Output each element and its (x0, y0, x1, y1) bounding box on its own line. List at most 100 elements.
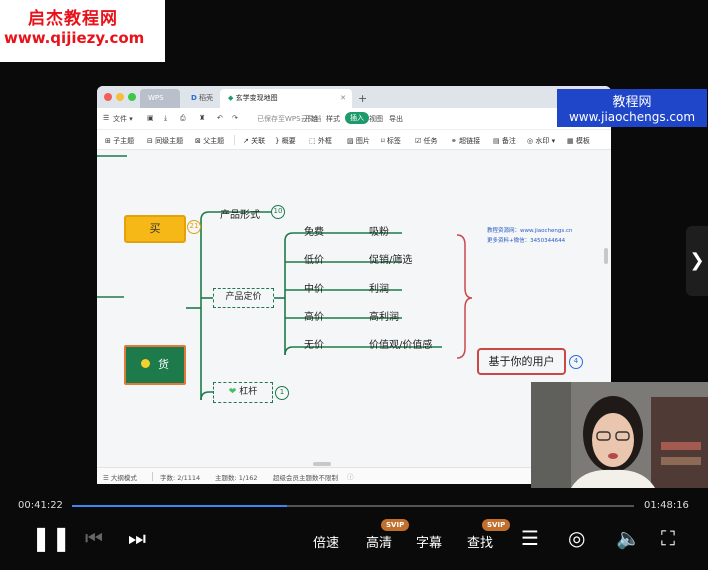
volume-icon[interactable]: 🔈 (616, 526, 641, 550)
node-leverage[interactable]: ❤ 杠杆 (213, 382, 273, 403)
product-form-badge[interactable]: 10 (271, 205, 285, 219)
image-button[interactable]: ▨ 图片 (347, 136, 370, 146)
price-effect-attract[interactable]: 吸粉 (369, 223, 389, 238)
parent-topic-icon: ⊠ (195, 137, 201, 145)
divider (234, 135, 235, 145)
main-toolbar: ☰ 文件 ▾ ▣ ⤓ ⎙ ♜ ↶ ↷ 已保存至WPS云文档 开始 样式 插入 视… (97, 108, 611, 130)
playlist-icon[interactable]: ☰ (521, 526, 539, 550)
next-page-arrow[interactable]: ❯ (686, 226, 708, 296)
export-tab[interactable]: 导出 (389, 114, 403, 124)
svip-badge-quality: SVIP (381, 519, 410, 531)
price-tier-high[interactable]: 高价 (304, 308, 324, 323)
file-menu[interactable]: 文件 ▾ (113, 114, 133, 124)
speed-button[interactable]: 倍速 (313, 532, 339, 551)
summary-icon: } (275, 137, 280, 145)
outline-mode-label: 大纲模式 (110, 474, 137, 482)
presenter-image (531, 382, 708, 488)
hyperlink-button[interactable]: ⚭ 超链接 (451, 136, 480, 146)
close-tab-icon[interactable]: ✕ (340, 89, 346, 108)
next-icon[interactable]: ⏭ (128, 526, 146, 550)
download-icon[interactable]: ⤓ (164, 114, 167, 123)
previous-icon[interactable]: ⏮ (85, 526, 103, 550)
print-icon[interactable]: ⎙ (180, 114, 186, 123)
node-label: 产品定价 (225, 292, 262, 302)
menu-icon[interactable]: ☰ (103, 114, 109, 122)
watermark-title: 启杰教程网 (28, 9, 118, 29)
boundary-button[interactable]: ⬚ 外框 (309, 136, 332, 146)
node-label: 货 (158, 358, 169, 371)
insert-tab[interactable]: 插入 (345, 112, 369, 124)
horizontal-scrollbar[interactable] (313, 462, 331, 466)
tab-wps[interactable]: WPS (140, 89, 180, 108)
node-root-goods[interactable]: 货 (124, 345, 186, 385)
tab-mindmap-doc[interactable]: ◆ 玄学变现地图 ✕ (220, 89, 352, 108)
image-icon: ▨ (347, 137, 354, 145)
maximize-window-icon[interactable] (128, 93, 136, 101)
button-label: 外框 (317, 137, 332, 145)
help-icon[interactable]: ⓘ (347, 471, 354, 481)
template-button[interactable]: ▦ 模板 (567, 136, 590, 146)
close-window-icon[interactable] (104, 93, 112, 101)
word-count: 字数: 2/1114 (160, 474, 201, 482)
parent-topic-button[interactable]: ⊠ 父主题 (195, 136, 224, 146)
settings-icon[interactable]: ◎ (568, 526, 585, 550)
start-tab[interactable]: 开始 (304, 114, 318, 124)
outline-mode-button[interactable]: ☰ 大纲模式 (103, 472, 137, 482)
price-effect-high-profit[interactable]: 高利润 (369, 308, 399, 323)
price-effect-promote[interactable]: 促销/筛选 (369, 251, 412, 266)
progress-bar[interactable] (72, 505, 634, 507)
summary-button[interactable]: } 概要 (275, 136, 296, 146)
button-label: 标签 (386, 137, 401, 145)
mindmap-doc-icon: ◆ (228, 94, 234, 102)
price-tier-priceless[interactable]: 无价 (304, 336, 324, 351)
progress-fill (72, 505, 287, 507)
screen: 启杰教程网 www.qijiezy.com WPS D 稻壳 ◆ 玄学变现地图 ✕… (0, 0, 708, 570)
leverage-badge[interactable]: 1 (275, 386, 289, 400)
subtitle-button[interactable]: 字幕 (416, 532, 442, 551)
redo-icon[interactable]: ↷ (232, 114, 238, 122)
fullscreen-icon[interactable]: ⛶ (661, 526, 675, 550)
presenter-webcam (531, 382, 708, 488)
tab-daoke[interactable]: D 稻壳 (183, 89, 223, 108)
button-label: 水印 (535, 137, 550, 145)
price-tier-low[interactable]: 低价 (304, 251, 324, 266)
format-painter-icon[interactable]: ♜ (199, 114, 205, 122)
save-icon[interactable]: ▣ (147, 114, 154, 122)
root-dot-icon (141, 359, 150, 368)
watermark-button[interactable]: ◎ 水印 ▾ (527, 136, 555, 146)
task-button[interactable]: ☑ 任务 (415, 136, 438, 146)
tag-button[interactable]: ⌑ 标签 (381, 136, 401, 146)
site-watermark-right: 教程网 www.jiaochengs.com (557, 89, 707, 127)
price-tier-mid[interactable]: 中价 (304, 280, 324, 295)
note-button[interactable]: ▤ 备注 (493, 136, 516, 146)
new-tab-icon[interactable]: + (356, 89, 367, 108)
view-tab[interactable]: 视图 (369, 114, 383, 124)
subtopic-button[interactable]: ⊞ 子主题 (105, 136, 134, 146)
member-notice: 超级会员主题数不限制 (273, 474, 338, 482)
undo-icon[interactable]: ↶ (217, 114, 223, 122)
style-tab[interactable]: 样式 (326, 114, 340, 124)
price-effect-values[interactable]: 价值观/价值感 (369, 336, 432, 351)
node-based-on-users[interactable]: 基于你的用户 (477, 348, 566, 375)
price-tier-free[interactable]: 免费 (304, 223, 324, 238)
node-product-form[interactable]: 产品形式 (220, 206, 260, 221)
minimize-window-icon[interactable] (116, 93, 124, 101)
relation-button[interactable]: ↗ 关联 (243, 136, 265, 146)
search-button[interactable]: 查找 (467, 532, 493, 551)
relation-icon: ↗ (243, 137, 249, 145)
price-effect-profit[interactable]: 利润 (369, 280, 389, 295)
current-time: 00:41:22 (18, 500, 63, 511)
users-badge[interactable]: 4 (569, 355, 583, 369)
node-buy[interactable]: 买 (124, 215, 186, 243)
subtopic-icon: ⊞ (105, 137, 111, 145)
site-watermark-left: 启杰教程网 www.qijiezy.com (0, 0, 165, 62)
pause-icon[interactable]: ❚❚ (31, 524, 71, 552)
node-label: 买 (149, 222, 161, 235)
sibling-topic-button[interactable]: ⊟ 同级主题 (147, 136, 183, 146)
buy-count-badge[interactable]: 21 (187, 220, 201, 234)
button-label: 关联 (251, 137, 266, 145)
node-pricing[interactable]: 产品定价 (213, 288, 274, 308)
note-icon: ▤ (493, 137, 500, 145)
quality-button[interactable]: 高清 (366, 532, 392, 551)
vertical-scrollbar[interactable] (604, 248, 608, 264)
